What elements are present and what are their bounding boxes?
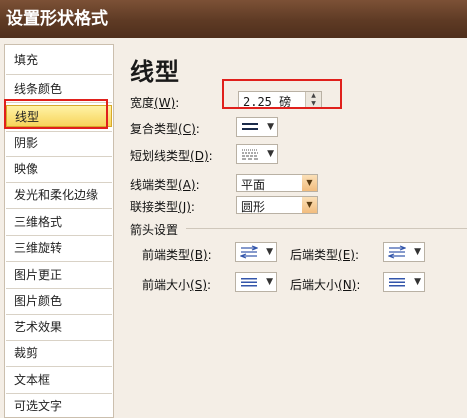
sidebar-item-3d-format[interactable]: 三维格式: [6, 211, 112, 233]
compound-type-dropdown[interactable]: ▼: [236, 117, 278, 137]
divider: [6, 261, 112, 262]
line-size-icon: [389, 278, 405, 287]
sidebar-item-shadow[interactable]: 阴影: [6, 132, 112, 154]
caret-down-icon: ▼: [266, 247, 273, 257]
caret-down-icon: ▼: [414, 277, 421, 287]
highlight-width-field: [222, 79, 342, 109]
end-size-dropdown[interactable]: ▼: [383, 272, 425, 292]
sidebar-item-artistic-effects[interactable]: 艺术效果: [6, 316, 112, 338]
join-type-label: 联接类型(J):: [130, 200, 195, 214]
divider: [6, 340, 112, 341]
dash-type-dropdown[interactable]: ▼: [236, 144, 278, 164]
sidebar-item-glow-soft-edges[interactable]: 发光和柔化边缘: [6, 184, 112, 206]
section-divider: [186, 228, 467, 229]
begin-type-label: 前端类型(B):: [142, 248, 212, 262]
arrow-lines-icon: [388, 245, 406, 259]
dash-type-label: 短划线类型(D):: [130, 149, 213, 163]
divider: [6, 235, 112, 236]
divider: [6, 366, 112, 367]
sidebar-item-crop[interactable]: 裁剪: [6, 342, 112, 364]
cap-type-select[interactable]: 平面 ▼: [236, 174, 318, 192]
sidebar-item-3d-rotation[interactable]: 三维旋转: [6, 237, 112, 259]
dotted-lines-icon: [242, 149, 258, 160]
cap-type-label: 线端类型(A):: [130, 178, 200, 192]
begin-size-label: 前端大小(S):: [142, 278, 212, 292]
highlight-selected-category: [4, 99, 108, 129]
line-size-icon: [241, 278, 257, 287]
divider: [6, 182, 112, 183]
sidebar-item-line-color[interactable]: 线条颜色: [6, 78, 112, 100]
sidebar-item-text-box[interactable]: 文本框: [6, 369, 112, 391]
sidebar-item-picture-color[interactable]: 图片颜色: [6, 290, 112, 312]
divider: [6, 288, 112, 289]
panel-heading: 线型: [130, 58, 180, 86]
caret-down-icon[interactable]: ▼: [302, 197, 317, 213]
compound-type-label: 复合类型(C):: [130, 122, 200, 136]
sidebar-item-fill[interactable]: 填充: [6, 49, 112, 71]
end-type-label: 后端类型(E):: [290, 248, 360, 262]
divider: [6, 393, 112, 394]
arrow-settings-heading: 箭头设置: [130, 223, 179, 237]
join-type-value[interactable]: 圆形: [241, 198, 265, 215]
end-size-label: 后端大小(N):: [290, 278, 361, 292]
join-type-select[interactable]: 圆形 ▼: [236, 196, 318, 214]
caret-down-icon: ▼: [414, 247, 421, 257]
caret-down-icon[interactable]: ▼: [302, 175, 317, 191]
width-label: 宽度(W):: [130, 96, 180, 110]
caret-down-icon: ▼: [266, 277, 273, 287]
sidebar-item-reflection[interactable]: 映像: [6, 158, 112, 180]
sidebar-item-picture-corrections[interactable]: 图片更正: [6, 264, 112, 286]
end-type-dropdown[interactable]: ▼: [383, 242, 425, 262]
cap-type-value[interactable]: 平面: [241, 176, 265, 193]
triple-line-icon: [242, 123, 258, 130]
sidebar-item-alt-text[interactable]: 可选文字: [6, 395, 112, 417]
dialog-title: 设置形状格式: [0, 0, 467, 38]
begin-size-dropdown[interactable]: ▼: [235, 272, 277, 292]
begin-type-dropdown[interactable]: ▼: [235, 242, 277, 262]
caret-down-icon: ▼: [267, 149, 274, 159]
arrow-lines-icon: [240, 245, 258, 259]
divider: [6, 208, 112, 209]
divider: [6, 314, 112, 315]
divider: [6, 74, 112, 75]
divider: [6, 156, 112, 157]
caret-down-icon: ▼: [267, 122, 274, 132]
